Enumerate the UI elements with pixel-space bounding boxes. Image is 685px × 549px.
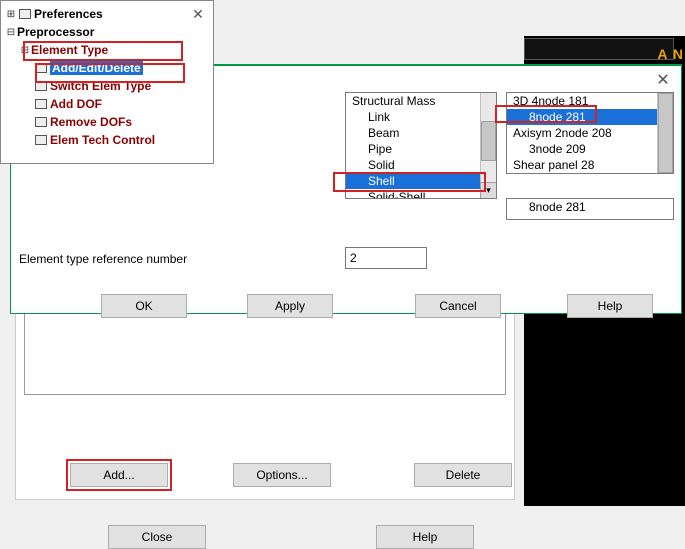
dialog-help-button-label: Help <box>598 299 623 313</box>
node-icon <box>19 9 31 19</box>
help-button-label: Help <box>413 530 438 544</box>
highlight-add-edit-delete <box>35 63 185 83</box>
tree-item-label: Remove DOFs <box>50 115 132 129</box>
reference-number-input[interactable] <box>345 247 427 269</box>
chevron-down-icon[interactable]: ▾ <box>480 182 496 198</box>
scrollbar[interactable] <box>657 93 673 173</box>
collapse-icon[interactable]: ⊟ <box>5 27 17 38</box>
list-item[interactable]: Solid <box>346 157 496 173</box>
cancel-button[interactable]: Cancel <box>415 294 501 318</box>
tree-item-label: Preferences <box>34 7 103 21</box>
list-item[interactable]: 3node 209 <box>507 141 673 157</box>
dialog-help-button[interactable]: Help <box>567 294 653 318</box>
list-item[interactable]: Shell <box>346 173 496 189</box>
apply-button[interactable]: Apply <box>247 294 333 318</box>
options-button-label: Options... <box>256 468 307 482</box>
options-button[interactable]: Options... <box>233 463 331 487</box>
delete-button-label: Delete <box>446 468 481 482</box>
scrollbar-thumb[interactable] <box>481 121 496 161</box>
ok-button-label: OK <box>135 299 152 313</box>
category-listbox[interactable]: Structural Mass Link Beam Pipe Solid She… <box>345 92 497 199</box>
scrollbar-thumb[interactable] <box>658 93 673 173</box>
expand-icon[interactable]: ⊞ <box>5 9 17 20</box>
list-item[interactable]: Axisym 2node 208 <box>507 125 673 141</box>
list-item[interactable]: Structural Mass <box>346 93 496 109</box>
list-item[interactable]: Solid-Shell <box>346 189 496 199</box>
list-item[interactable]: 8node 281 <box>507 109 673 125</box>
delete-button[interactable]: Delete <box>414 463 512 487</box>
help-button[interactable]: Help <box>376 525 474 549</box>
close-icon[interactable]: ✕ <box>187 5 209 23</box>
cancel-button-label: Cancel <box>439 299 476 313</box>
tree-item-label: Elem Tech Control <box>50 133 155 147</box>
tree-item-elem-tech-control[interactable]: Elem Tech Control <box>5 131 209 149</box>
dialog-close-icon[interactable]: ✕ <box>651 70 675 90</box>
highlight-element-type <box>23 41 183 61</box>
tree-item-label: Preprocessor <box>17 25 94 39</box>
list-item[interactable]: 3D 4node 181 <box>507 93 673 109</box>
add-button-label: Add... <box>103 468 134 482</box>
subtype-listbox[interactable]: 3D 4node 181 8node 281 Axisym 2node 208 … <box>506 92 674 174</box>
ok-button[interactable]: OK <box>101 294 187 318</box>
tree-item-remove-dofs[interactable]: Remove DOFs <box>5 113 209 131</box>
add-button[interactable]: Add... <box>70 463 168 487</box>
list-item[interactable]: Pipe <box>346 141 496 157</box>
app-brand-fragment: A N <box>657 46 684 62</box>
node-icon <box>35 117 47 127</box>
viewport-top-strip <box>524 38 674 60</box>
apply-button-label: Apply <box>275 299 305 313</box>
close-button[interactable]: Close <box>108 525 206 549</box>
node-icon <box>35 99 47 109</box>
tree-item-preferences[interactable]: ⊞ Preferences <box>5 5 209 23</box>
selected-subtype-output[interactable]: 8node 281 <box>506 198 674 220</box>
close-button-label: Close <box>142 530 173 544</box>
tree-item-label: Add DOF <box>50 97 102 111</box>
tree-item-preprocessor[interactable]: ⊟ Preprocessor <box>5 23 209 41</box>
selected-subtype-label: 8node 281 <box>507 199 673 215</box>
tree-item-add-dof[interactable]: Add DOF <box>5 95 209 113</box>
list-item[interactable]: Link <box>346 109 496 125</box>
tree-nav-panel: ✕ ⊞ Preferences ⊟ Preprocessor ⊟ Element… <box>0 0 214 164</box>
list-item[interactable]: Shear panel 28 <box>507 157 673 173</box>
reference-number-label: Element type reference number <box>19 252 187 266</box>
node-icon <box>35 135 47 145</box>
list-item[interactable]: Beam <box>346 125 496 141</box>
